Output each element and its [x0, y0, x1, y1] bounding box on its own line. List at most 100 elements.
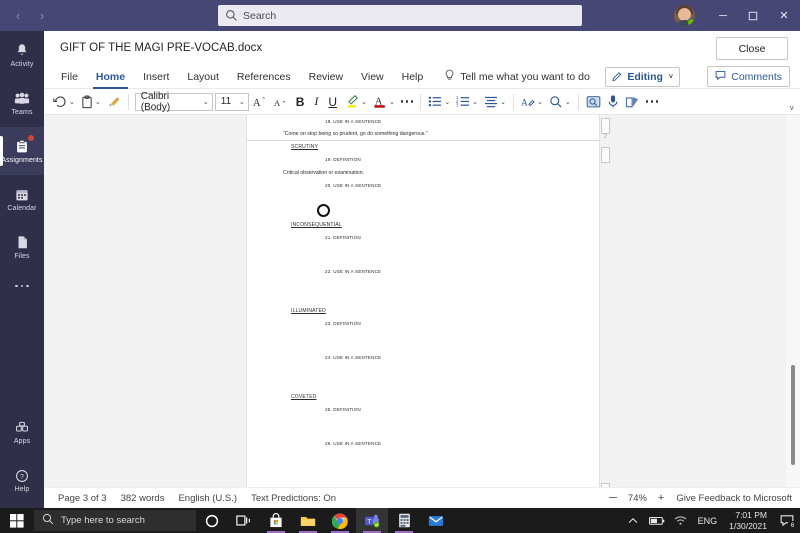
chevron-down-icon[interactable]: ⌄ [500, 98, 506, 106]
font-name-select[interactable]: Calibri (Body) ⌄ [135, 93, 213, 111]
chevron-down-icon[interactable]: ⌄ [95, 98, 101, 106]
toolbar-divider [420, 94, 421, 110]
language-indicator[interactable]: ENG [693, 516, 723, 526]
tab-help[interactable]: Help [393, 65, 433, 89]
sidebar-item-activity[interactable]: Activity [0, 31, 44, 79]
sidebar-item-apps[interactable]: Apps [0, 408, 44, 456]
status-word-count[interactable]: 382 words [121, 493, 165, 504]
document-page[interactable]: 18. USE IN A SENTENCE“Come on stop being… [247, 115, 599, 487]
maximize-button[interactable] [738, 0, 768, 31]
tab-layout[interactable]: Layout [178, 65, 228, 89]
undo-button[interactable]: ⌄ [50, 91, 78, 113]
bullet-list-icon [428, 95, 442, 108]
file-explorer-icon[interactable] [292, 508, 324, 533]
find-button[interactable]: ⌄ [546, 91, 574, 113]
shrink-font-button[interactable]: A⌄ [270, 91, 291, 113]
chevron-down-icon[interactable]: ⌄ [361, 98, 367, 106]
chevron-down-icon[interactable]: ⌄ [444, 98, 450, 106]
zoom-out-button[interactable]: ─ [609, 492, 617, 504]
word-status-bar: Page 3 of 3 382 words English (U.S.) Tex… [44, 487, 800, 508]
google-chrome-icon[interactable] [324, 508, 356, 533]
font-size-select[interactable]: 11 ⌄ [215, 93, 249, 111]
cortana-icon[interactable] [196, 508, 228, 533]
notifications-button[interactable]: 6 [774, 508, 800, 533]
grow-font-button[interactable]: A⌃ [249, 91, 270, 113]
clock-time: 7:01 PM [735, 510, 767, 521]
microsoft-store-icon[interactable] [260, 508, 292, 533]
back-button[interactable]: ‹ [11, 9, 25, 22]
sidebar-item-calendar[interactable]: Calendar [0, 175, 44, 223]
tab-home[interactable]: Home [87, 65, 134, 89]
clock[interactable]: 7:01 PM 1/30/2021 [722, 510, 774, 532]
tab-review[interactable]: Review [300, 65, 352, 89]
minimize-button[interactable]: ─ [708, 0, 738, 31]
italic-button[interactable]: I [309, 94, 323, 109]
document-scrollbar[interactable] [786, 115, 800, 487]
document-line: 19. DEFINITION [325, 157, 361, 162]
numbering-button[interactable]: 123 ⌄ [453, 91, 481, 113]
status-text-predictions[interactable]: Text Predictions: On [251, 493, 336, 504]
editing-mode-button[interactable]: Editing ˅ [605, 67, 680, 87]
show-hidden-icons-button[interactable] [621, 508, 645, 533]
chevron-down-icon[interactable]: ⌄ [69, 98, 75, 106]
tab-view[interactable]: View [352, 65, 393, 89]
task-view-icon[interactable] [228, 508, 260, 533]
styles-button[interactable]: A ⌄ [518, 91, 546, 113]
forward-button[interactable]: › [35, 9, 49, 22]
svg-text:A: A [253, 97, 261, 108]
battery-icon[interactable] [645, 508, 669, 533]
document-canvas[interactable]: 18. USE IN A SENTENCE“Come on stop being… [44, 115, 800, 487]
calculator-icon[interactable] [388, 508, 420, 533]
windows-start-icon[interactable] [0, 508, 34, 533]
alignment-button[interactable]: ⌄ [481, 91, 509, 113]
sidebar-item-files[interactable]: Files [0, 223, 44, 271]
taskbar-search-input[interactable]: Type here to search [34, 510, 196, 531]
status-page[interactable]: Page 3 of 3 [58, 493, 107, 504]
immersive-reader-button[interactable] [622, 91, 643, 113]
search-icon [42, 513, 54, 528]
status-language[interactable]: English (U.S.) [178, 493, 237, 504]
zoom-level[interactable]: 74% [628, 493, 647, 504]
zoom-in-button[interactable]: + [658, 492, 664, 504]
teams-titlebar: ‹ › Search ─ ✕ [0, 0, 800, 31]
close-document-button[interactable]: Close [716, 37, 788, 60]
sidebar-item-teams[interactable]: Teams [0, 79, 44, 127]
tab-insert[interactable]: Insert [134, 65, 178, 89]
comments-button[interactable]: Comments [707, 66, 790, 87]
tab-file[interactable]: File [52, 65, 87, 89]
close-window-button[interactable]: ✕ [768, 0, 800, 31]
collapse-ribbon-button[interactable]: ˅ [789, 104, 794, 113]
dictate-button[interactable] [604, 91, 622, 113]
more-font-options-button[interactable] [398, 91, 417, 113]
format-painter-button[interactable] [104, 91, 124, 113]
more-tools-button[interactable] [643, 91, 662, 113]
search-icon [225, 9, 238, 22]
font-name-value: Calibri (Body) [141, 91, 201, 113]
chevron-down-icon[interactable]: ⌄ [537, 98, 543, 106]
feedback-link[interactable]: Give Feedback to Microsoft [676, 493, 792, 504]
bullets-button[interactable]: ⌄ [425, 91, 453, 113]
sidebar-label-assignments: Assignments [1, 157, 42, 164]
font-color-button[interactable]: A ⌄ [370, 91, 398, 113]
scrollbar-thumb[interactable] [791, 365, 795, 465]
paste-button[interactable]: ⌄ [78, 91, 104, 113]
highlight-color-button[interactable]: ⌄ [342, 91, 370, 113]
bold-button[interactable]: B [291, 95, 310, 109]
sidebar-more-options-icon[interactable] [0, 271, 44, 301]
tab-references[interactable]: References [228, 65, 300, 89]
search-input[interactable]: Search [218, 5, 582, 26]
editor-button[interactable] [583, 91, 604, 113]
outlook-icon[interactable] [420, 508, 452, 533]
wifi-icon[interactable] [669, 508, 693, 533]
clock-date: 1/30/2021 [729, 521, 767, 532]
microsoft-teams-icon[interactable]: T [356, 508, 388, 533]
tell-me-search[interactable]: Tell me what you want to do [444, 69, 590, 85]
underline-button[interactable]: U [323, 95, 342, 109]
chevron-down-icon[interactable]: ⌄ [389, 98, 395, 106]
svg-text:T: T [367, 518, 371, 525]
avatar[interactable] [674, 5, 695, 26]
chevron-down-icon[interactable]: ⌄ [472, 98, 478, 106]
sidebar-item-help[interactable]: ? Help [0, 456, 44, 504]
chevron-down-icon[interactable]: ⌄ [565, 98, 571, 106]
sidebar-item-assignments[interactable]: Assignments [0, 127, 44, 175]
